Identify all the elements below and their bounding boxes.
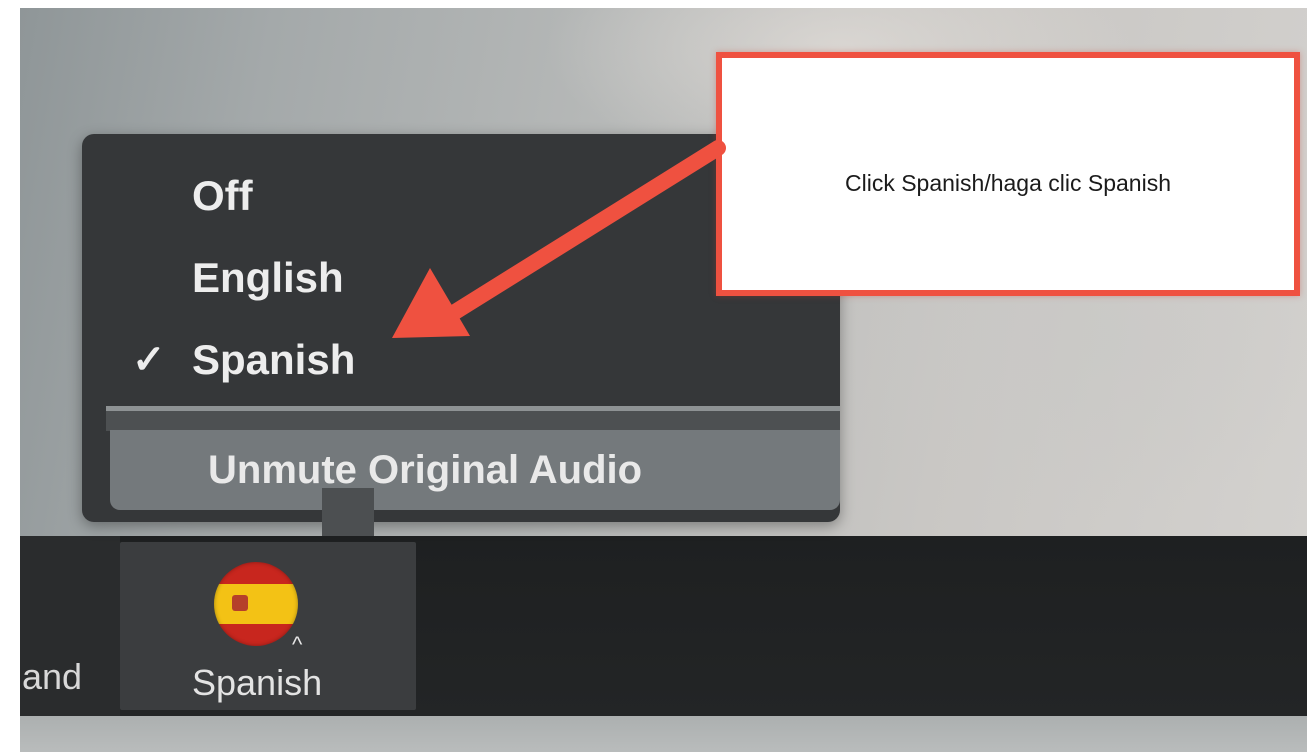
checkmark-icon: ✓ (132, 338, 166, 382)
interpretation-language-button[interactable]: ^ Spanish (120, 542, 416, 710)
meeting-toolbar: and ^ Spanish (20, 536, 1307, 716)
menu-item-label: Off (192, 172, 253, 219)
menu-item-label: English (192, 254, 344, 301)
menu-divider (106, 406, 840, 431)
spain-flag-icon (214, 562, 298, 646)
caret-up-icon[interactable]: ^ (292, 634, 302, 656)
toolbar-item-partial[interactable]: and (20, 536, 120, 716)
instruction-callout-box: Click Spanish/haga clic Spanish (716, 52, 1300, 296)
menu-item-label: Spanish (192, 336, 356, 383)
flag-emblem (232, 595, 248, 611)
unmute-original-audio-button[interactable]: Unmute Original Audio (110, 430, 840, 510)
language-button-label: Spanish (192, 662, 323, 703)
menu-item-spanish[interactable]: ✓ Spanish (82, 322, 840, 398)
toolbar-partial-label: and (22, 656, 83, 697)
mouse-cursor-block (322, 488, 374, 536)
unmute-original-audio-label: Unmute Original Audio (208, 448, 643, 492)
callout-text: Click Spanish/haga clic Spanish (844, 170, 1171, 196)
